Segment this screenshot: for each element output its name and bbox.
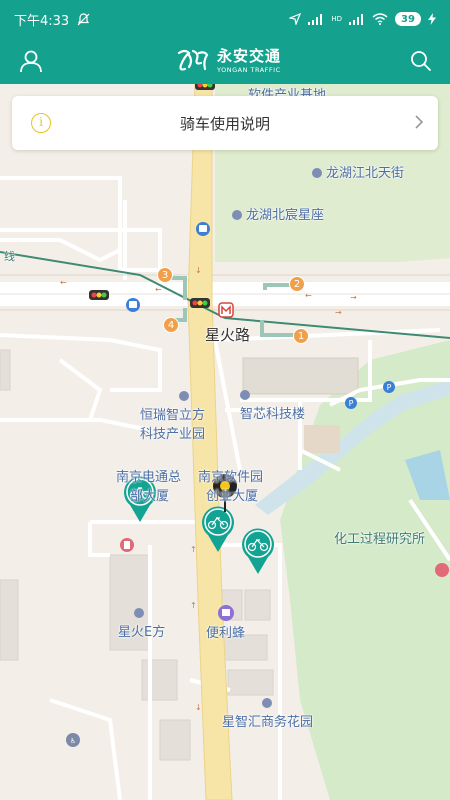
poi-icon [232, 210, 242, 220]
search-button[interactable] [408, 48, 434, 74]
restroom-icon: ♿ [66, 733, 80, 747]
svg-text:←: ← [305, 291, 312, 300]
svg-text:←: ← [60, 278, 67, 287]
traffic-light-icon [89, 290, 109, 300]
green-area-east [280, 340, 450, 800]
riding-guide-card[interactable]: i 骑车使用说明 [12, 96, 438, 150]
traffic-light-icon [195, 84, 215, 90]
map-label-xinghuo-e: 星火E方 [118, 606, 165, 640]
profile-button[interactable] [18, 48, 44, 74]
app-logo: 永安交通 YONGAN TRAFFIC [175, 44, 281, 78]
app-header: 永安交通 YONGAN TRAFFIC [0, 38, 450, 84]
map-label-longhu-plaza: 龙湖北宸星座 [232, 204, 324, 223]
poi-icon [178, 391, 189, 401]
hengrui-text-2: 科技产业园 [140, 427, 206, 442]
charging-station-icon [120, 538, 134, 552]
poi-icon [312, 168, 322, 178]
status-bar: 下午4:33 HD 39 [0, 0, 450, 38]
poi-icon [262, 698, 272, 708]
bike-station-marker[interactable] [242, 528, 274, 574]
building [159, 719, 191, 761]
svg-text:↑: ↑ [190, 545, 197, 554]
svg-text:↑: ↑ [190, 601, 197, 610]
bus-stop-icon [126, 298, 140, 312]
logo-subtitle: YONGAN TRAFFIC [217, 65, 281, 74]
convenience-store-icon [218, 605, 234, 621]
longhu-plaza-text: 龙湖北宸星座 [246, 208, 325, 223]
riding-guide-title: 骑车使用说明 [179, 114, 270, 133]
hotel-icon [435, 563, 449, 577]
svg-text:←: ← [155, 285, 162, 294]
map-label-hengrui: 恒瑞智立方科技产业园 [140, 389, 205, 442]
map-label-xinghuo-road: 星火路 [205, 326, 251, 344]
building [227, 669, 274, 696]
nanjing-b-text-2: 创业大厦 [206, 489, 259, 504]
nanjing-b-text-1: 南京软件园 [198, 470, 264, 485]
svg-text:→: → [350, 293, 357, 302]
building [0, 579, 19, 661]
map-canvas: P P ← ← ← → ↓ ↑ ↑ ↓ → ♿ [0, 84, 450, 800]
battery-indicator: 39 [395, 12, 421, 26]
map-label-chemical-institute: 化工过程研究所 [334, 532, 426, 547]
status-time: 下午4:33 [14, 13, 70, 29]
parking-icon: P [345, 397, 357, 409]
building [0, 349, 11, 391]
map-label-metro-line: 线 [4, 250, 15, 263]
xingzhi-text: 星智汇商务花园 [222, 715, 314, 730]
longhu-street-text: 龙湖江北天街 [326, 166, 405, 181]
building [244, 589, 271, 621]
building [304, 425, 340, 453]
svg-text:P: P [349, 399, 354, 408]
svg-text:↓: ↓ [195, 266, 202, 275]
map-label-convenience: 便利蜂 [206, 626, 246, 641]
nanjing-a-text-2: 部大厦 [130, 489, 170, 504]
building [141, 659, 178, 701]
poi-icon [240, 390, 250, 400]
poi-icon [134, 608, 144, 618]
metro-exit-badge-2[interactable]: 2 [289, 276, 305, 292]
map-label-nanjing-a: 南京电通总 部大厦 [116, 466, 181, 504]
parking-icon: P [383, 381, 395, 393]
search-icon [411, 51, 431, 71]
notification-off-icon [77, 12, 90, 25]
location-arrow-icon [289, 13, 302, 25]
hengrui-text-1: 恒瑞智立方 [140, 408, 206, 423]
logo-calligraphy-icon [177, 49, 209, 71]
metro-station-icon [218, 302, 234, 318]
xinghuo-e-text: 星火E方 [118, 625, 166, 640]
map-label-longhu-street: 龙湖江北天街 [312, 162, 404, 181]
metro-exit-badge-1[interactable]: 1 [293, 328, 309, 344]
wifi-icon [372, 13, 388, 25]
traffic-light-icon [190, 298, 210, 308]
signal-icon-2 [349, 13, 363, 25]
map-label-xingzhi: 星智汇商务花园 [222, 696, 313, 730]
svg-text:↓: ↓ [195, 703, 202, 712]
chevron-right-icon [415, 115, 424, 129]
hd-indicator: HD [331, 15, 342, 23]
signal-icon [308, 13, 323, 25]
nanjing-a-text-1: 南京电通总 [116, 470, 182, 485]
charging-icon [428, 13, 436, 25]
svg-text:P: P [387, 383, 392, 392]
svg-text:♿: ♿ [70, 737, 76, 745]
zhixin-text: 智芯科技楼 [240, 407, 306, 422]
map-view[interactable]: P P ← ← ← → ↓ ↑ ↑ ↓ → ♿ 龙湖江北天街 龙湖北宸星座 线 … [0, 84, 450, 800]
metro-exit-badge-3[interactable]: 3 [157, 267, 173, 283]
map-label-zhixin: 智芯科技楼 [240, 388, 305, 422]
user-icon [20, 50, 42, 73]
logo-title: 永安交通 [217, 46, 282, 65]
bus-stop-icon [196, 222, 210, 236]
svg-text:→: → [335, 308, 342, 317]
map-label-nanjing-b: 南京软件园 创业大厦 [198, 466, 263, 504]
metro-exit-badge-4[interactable]: 4 [163, 317, 179, 333]
